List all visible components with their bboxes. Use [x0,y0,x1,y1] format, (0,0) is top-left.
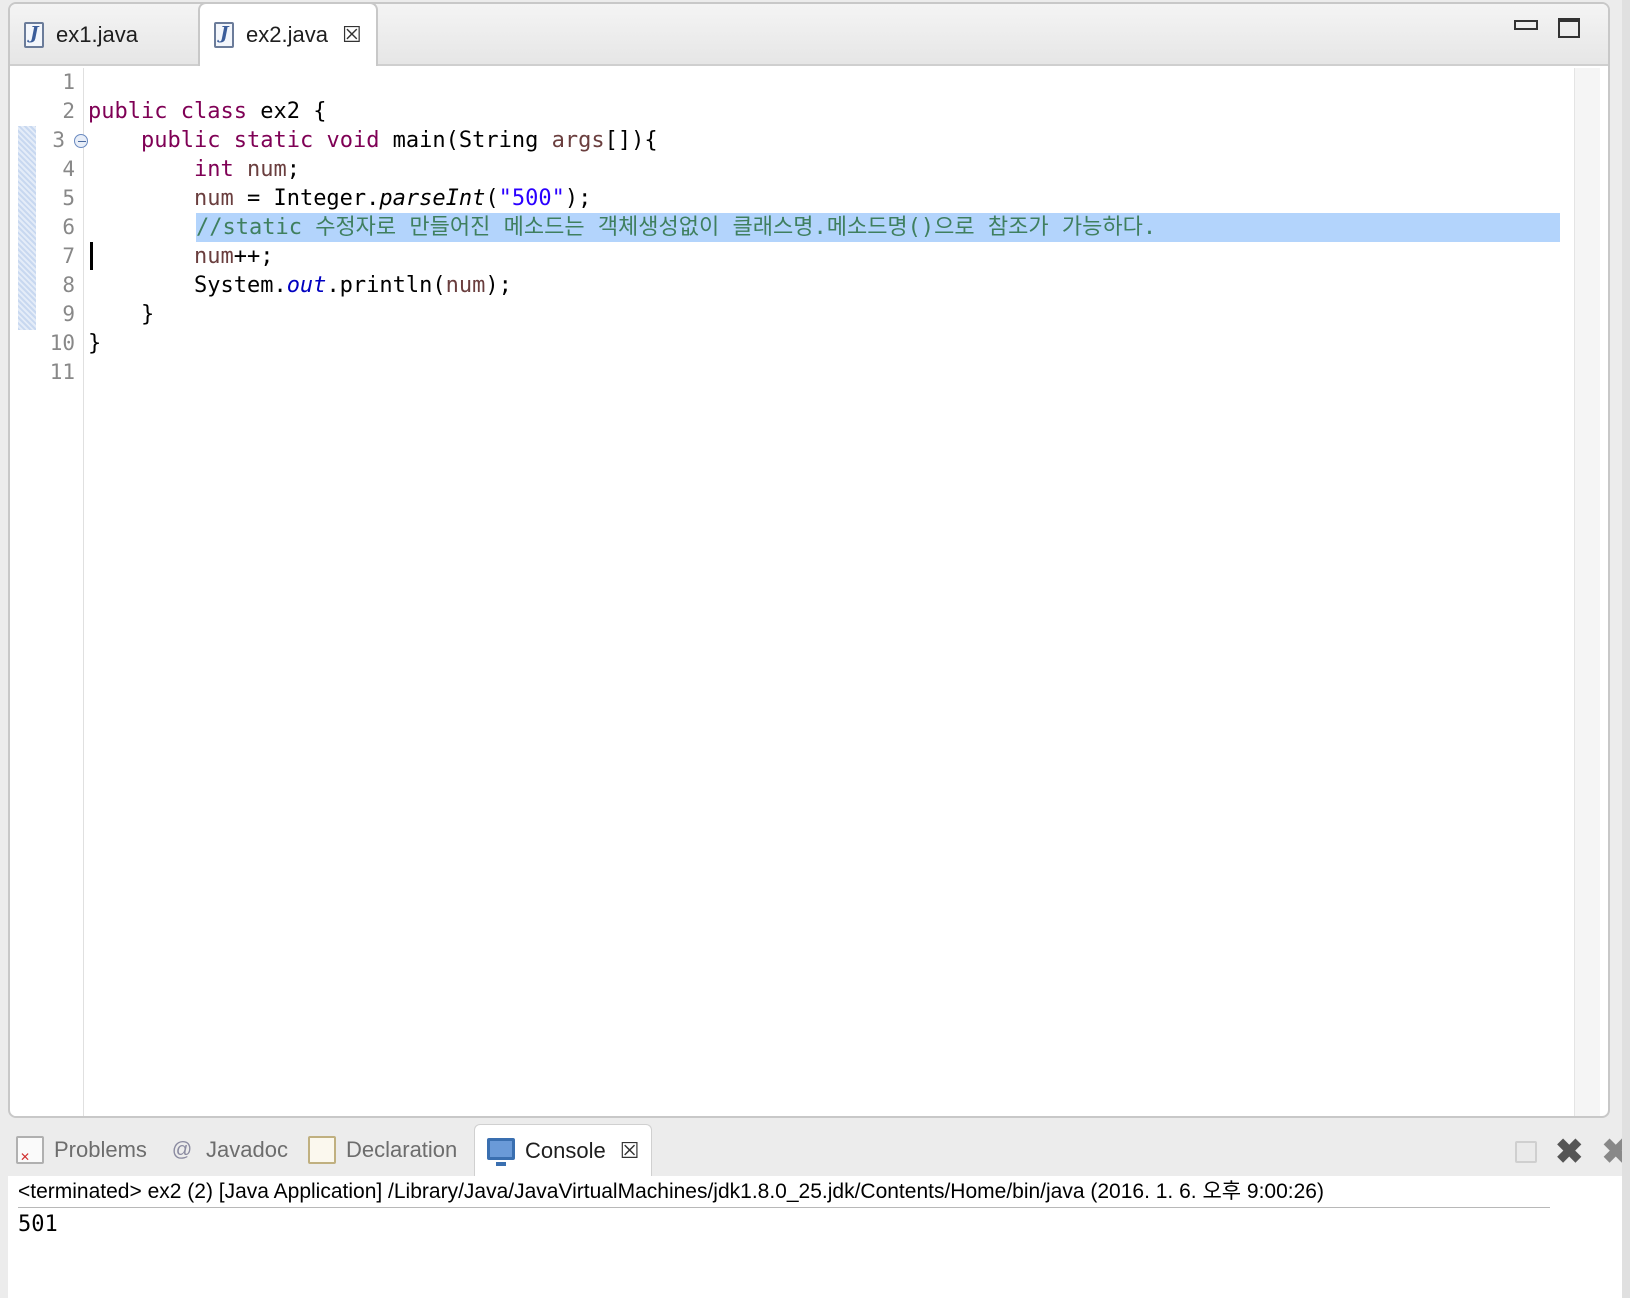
line-number: 5 [62,186,75,210]
console-toolbar: ✖ ✖ [1515,1135,1630,1169]
variable: num [445,273,486,298]
tab-console[interactable]: Console ☒ [474,1124,653,1176]
vertical-scrollbar[interactable] [1574,68,1600,1116]
code-line-7: num++; [88,242,1560,271]
tab-javadoc[interactable]: @ Javadoc [168,1124,288,1176]
keyword: static [233,128,314,153]
declaration-icon [308,1136,336,1164]
line-number: 7 [62,244,75,268]
fold-collapse-icon[interactable] [74,134,88,148]
changed-lines-marker [18,126,38,330]
close-tab-icon[interactable]: ☒ [620,1138,640,1164]
code-line-8: System.out.println(num); [88,271,1560,300]
code-text: ); [564,186,592,211]
minimize-icon[interactable] [1514,20,1538,30]
window-controls [1514,18,1580,38]
console-output[interactable]: 501 [18,1210,58,1240]
maximize-icon[interactable] [1558,18,1580,38]
code-text: System. [193,273,287,298]
editor-pane: ex1.java ex2.java ☒ 1 2 3 4 5 6 7 8 9 10… [8,2,1610,1118]
code-line-2: public class ex2 { [88,97,1560,126]
tab-label: Declaration [346,1137,458,1162]
code-line-6: //static 수정자로 만들어진 메소드는 객체생성없이 클래스명.메소드명… [88,213,1560,242]
terminate-icon[interactable] [1515,1141,1537,1163]
comment: //static 수정자로 만들어진 메소드는 객체생성없이 클래스명.메소드명… [196,215,1157,240]
editor-tab-bar: ex1.java ex2.java ☒ [10,4,1608,66]
code-lines: public class ex2 { public static void ma… [88,68,1560,1116]
text-caret [90,242,93,270]
code-text: ; [286,157,300,182]
code-line-5: num = Integer.parseInt("500"); [88,184,1560,213]
line-number: 11 [49,360,75,384]
console-pane: Problems @ Javadoc Declaration Console ☒… [8,1124,1630,1298]
code-line-9: } [88,300,1560,329]
line-number: 6 [62,215,75,239]
code-text: = Integer. [233,186,380,211]
java-file-icon [214,22,234,48]
console-icon [487,1137,515,1166]
variable: num [246,157,287,182]
line-number: 4 [62,157,75,181]
variable: args [551,128,605,153]
keyword: public [140,128,221,153]
tab-label: ex2.java [246,22,328,47]
code-text: ( [485,186,499,211]
variable: num [193,244,234,269]
variable: num [193,186,234,211]
line-number-ruler: 1 2 3 4 5 6 7 8 9 10 11 [36,68,84,1116]
keyword: int [193,157,234,182]
line-number: 10 [49,331,75,355]
keyword: class [180,99,247,124]
line-number: 1 [62,70,75,94]
remove-launch-icon[interactable]: ✖ [1555,1135,1584,1169]
java-file-icon [24,22,44,48]
javadoc-icon: @ [171,1139,193,1161]
keyword: public [88,99,168,124]
code-text: ++; [233,244,274,269]
change-ruler [14,68,38,1116]
problems-icon [16,1136,44,1164]
code-text: } [88,331,102,356]
code-text: []){ [604,128,658,153]
close-tab-icon[interactable]: ☒ [342,22,362,48]
tab-ex2-java[interactable]: ex2.java ☒ [198,4,378,66]
code-line-3: public static void main(String args[]){ [88,126,1560,155]
console-process-description: <terminated> ex2 (2) [Java Application] … [18,1176,1550,1208]
code-line-4: int num; [88,155,1560,184]
tab-problems[interactable]: Problems [16,1124,147,1176]
code-editor[interactable]: 1 2 3 4 5 6 7 8 9 10 11 public class ex2… [10,68,1608,1116]
tab-label: Console [525,1137,606,1163]
static-method: parseInt [379,186,486,211]
window-edge [1622,0,1630,1298]
line-number: 8 [62,273,75,297]
static-field: out [286,273,327,298]
code-text: main(String [379,128,552,153]
code-text: .println( [326,273,446,298]
tab-label: Problems [54,1137,147,1162]
code-text: } [140,302,155,327]
line-number: 2 [62,99,75,123]
code-line-10: } [88,329,1560,358]
code-text: ex2 { [246,99,327,124]
tab-label: ex1.java [56,22,138,47]
tab-declaration[interactable]: Declaration [308,1124,457,1176]
line-number: 9 [62,302,75,326]
string-literal: "500" [498,186,565,211]
tab-label: Javadoc [206,1137,288,1162]
code-text: ); [485,273,512,298]
keyword: void [326,128,380,153]
line-number: 3 [52,128,65,152]
bottom-tab-bar: Problems @ Javadoc Declaration Console ☒… [8,1124,1630,1176]
tab-ex1-java[interactable]: ex1.java [10,4,196,66]
